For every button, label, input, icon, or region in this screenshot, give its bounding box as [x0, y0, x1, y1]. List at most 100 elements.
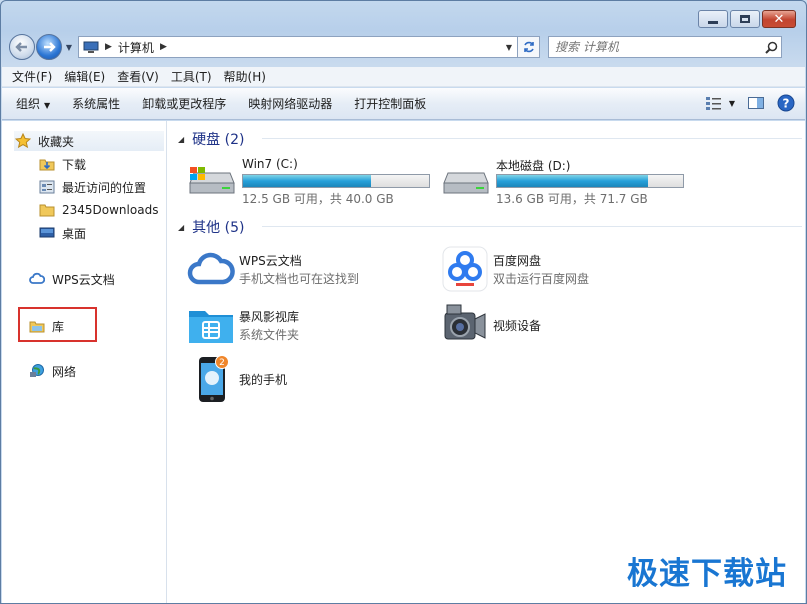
drive-c[interactable]: Win7 (C:) 12.5 GB 可用，共 40.0 GB [186, 157, 436, 206]
sidebar-label: 最近访问的位置 [62, 180, 147, 195]
item-wps-cloud[interactable]: WPS云文档 手机文档也可在这找到 [186, 245, 436, 293]
content-area: 收藏夹 下载 最近访问的位置 2345Downloads 桌面 WPS云文档 库… [2, 121, 805, 603]
item-name: WPS云文档 [239, 254, 302, 268]
item-name: 我的手机 [239, 373, 288, 387]
cloud-icon [28, 271, 46, 287]
library-highlight-box [18, 307, 97, 342]
breadcrumb-separator-icon: ▶ [159, 42, 167, 52]
file-list: ◢ 硬盘 (2) Win7 (C:) 12.5 GB 可用，共 40.0 GB … [168, 121, 805, 603]
drive-usage-bar [242, 174, 430, 188]
sidebar-item-recent-places[interactable]: 最近访问的位置 [38, 177, 146, 197]
search-input[interactable] [555, 40, 761, 54]
organize-button[interactable]: 组织 ▼ [16, 95, 50, 112]
close-button[interactable]: ✕ [762, 10, 796, 28]
menu-help[interactable]: 帮助(H) [224, 68, 266, 85]
uninstall-program-button[interactable]: 卸载或更改程序 [142, 95, 226, 112]
minimize-icon [708, 20, 718, 24]
search-box[interactable] [548, 36, 782, 58]
open-control-panel-button[interactable]: 打开控制面板 [354, 95, 426, 112]
group-header-others[interactable]: ◢ 其他 (5) [178, 217, 802, 237]
sidebar-item-downloads[interactable]: 下载 [38, 154, 86, 174]
drive-d[interactable]: 本地磁盘 (D:) 13.6 GB 可用，共 71.7 GB [440, 157, 690, 206]
sidebar-label: 桌面 [62, 226, 87, 241]
item-description: 双击运行百度网盘 [493, 272, 590, 286]
back-button[interactable] [9, 34, 35, 60]
help-button[interactable]: ? [777, 94, 795, 112]
breadcrumb-computer[interactable]: 计算机 [118, 39, 154, 56]
phone-badge: 2 [219, 358, 225, 368]
item-baidu-netdisk[interactable]: 百度网盘 双击运行百度网盘 [440, 245, 690, 293]
map-network-drive-button[interactable]: 映射网络驱动器 [248, 95, 332, 112]
item-description: 手机文档也可在这找到 [239, 272, 360, 286]
command-bar: 组织 ▼ 系统属性 卸载或更改程序 映射网络驱动器 打开控制面板 ▼ ? [2, 88, 805, 120]
recent-places-icon [38, 179, 56, 195]
search-icon[interactable] [761, 41, 781, 54]
system-properties-button[interactable]: 系统属性 [72, 95, 120, 112]
drive-usage-fill [243, 175, 372, 187]
view-list-icon [705, 97, 721, 110]
collapse-triangle-icon[interactable]: ◢ [178, 135, 184, 144]
menu-file[interactable]: 文件(F) [12, 68, 52, 85]
menu-bar: 文件(F) 编辑(E) 查看(V) 工具(T) 帮助(H) [2, 67, 805, 87]
group-title: 硬盘 (2) [192, 132, 245, 148]
drive-info: 12.5 GB 可用，共 40.0 GB [242, 192, 394, 206]
cloud-icon [186, 245, 236, 293]
computer-icon [83, 41, 99, 53]
view-controls: ▼ ? [693, 94, 795, 112]
maximize-button[interactable] [730, 10, 760, 28]
sidebar-item-wps-cloud[interactable]: WPS云文档 [28, 269, 115, 289]
change-view-button[interactable]: ▼ [705, 95, 735, 111]
breadcrumb-separator-icon: ▶ [105, 42, 112, 52]
menu-view[interactable]: 查看(V) [117, 68, 159, 85]
recent-pages-dropdown[interactable]: ▼ [64, 43, 74, 52]
sidebar-label: 2345Downloads [62, 203, 159, 217]
chevron-down-icon: ▼ [44, 101, 51, 110]
menu-edit[interactable]: 编辑(E) [64, 68, 105, 85]
address-dropdown-icon[interactable]: ▼ [501, 43, 517, 52]
sidebar-label: 下载 [62, 157, 87, 172]
preview-pane-icon [748, 97, 764, 109]
sidebar-item-network[interactable]: 网络 [28, 361, 76, 381]
item-my-phone[interactable]: 2 我的手机 [186, 355, 436, 403]
caption-buttons: ✕ [696, 10, 796, 28]
drive-usage-bar [496, 174, 684, 188]
sidebar-item-desktop[interactable]: 桌面 [38, 223, 86, 243]
item-name: 暴风影视库 [239, 310, 300, 324]
collapse-triangle-icon[interactable]: ◢ [178, 223, 184, 232]
drive-name: Win7 (C:) [242, 157, 298, 171]
item-video-device[interactable]: 视频设备 [440, 301, 690, 349]
navigation-bar: ▼ ▶ 计算机 ▶ ▼ [9, 33, 798, 61]
group-header-drives[interactable]: ◢ 硬盘 (2) [178, 129, 802, 149]
sidebar-item-favorites[interactable]: 收藏夹 [14, 131, 164, 151]
chevron-down-icon: ▼ [728, 98, 735, 108]
forward-arrow-icon [44, 42, 56, 52]
desktop-icon [38, 225, 56, 241]
baidu-netdisk-icon [440, 245, 490, 293]
item-baofeng-library[interactable]: 暴风影视库 系统文件夹 [186, 301, 436, 349]
sidebar-label: 收藏夹 [38, 134, 75, 149]
maximize-icon [740, 15, 750, 23]
explorer-window: ✕ ▼ ▶ 计算机 ▶ ▼ 文件(F) 编辑(E) [0, 0, 807, 604]
item-description: 系统文件夹 [239, 328, 300, 342]
refresh-button[interactable] [518, 36, 540, 58]
preview-pane-button[interactable] [747, 95, 765, 111]
refresh-icon [523, 41, 534, 53]
organize-label: 组织 [16, 97, 41, 111]
drive-usage-fill [497, 175, 648, 187]
media-folder-icon [186, 301, 236, 349]
windows-drive-icon [189, 167, 235, 194]
camera-icon [440, 301, 490, 349]
sidebar-item-2345downloads[interactable]: 2345Downloads [38, 200, 158, 220]
address-bar[interactable]: ▶ 计算机 ▶ ▼ [78, 36, 518, 58]
item-name: 百度网盘 [493, 254, 542, 268]
star-icon [14, 133, 32, 149]
menu-tools[interactable]: 工具(T) [171, 68, 212, 85]
minimize-button[interactable] [698, 10, 728, 28]
item-name: 视频设备 [493, 319, 542, 333]
sidebar-label: WPS云文档 [52, 272, 115, 287]
downloads-folder-icon [38, 156, 56, 172]
drive-info: 13.6 GB 可用，共 71.7 GB [496, 192, 648, 206]
hard-drive-icon [443, 172, 489, 194]
drive-name: 本地磁盘 (D:) [496, 159, 571, 173]
forward-button[interactable] [36, 34, 62, 60]
